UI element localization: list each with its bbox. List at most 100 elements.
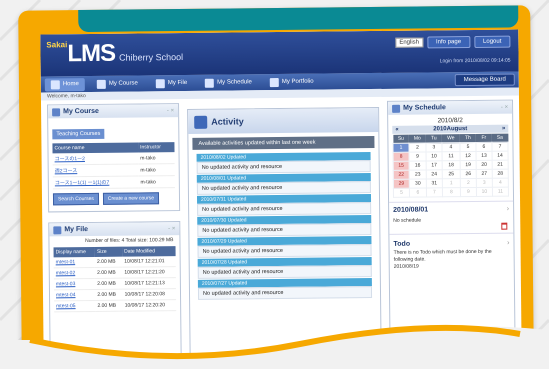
nav-my-schedule[interactable]: My Schedule xyxy=(199,76,258,90)
calendar-day[interactable]: 11 xyxy=(441,151,461,161)
course-table: Course name Instructor コースの1ー2 m-tako 週2コー… xyxy=(52,142,175,189)
activity-icon xyxy=(194,115,208,129)
file-link[interactable]: mtest-04 xyxy=(56,292,76,298)
panel-controls[interactable]: - × xyxy=(168,226,175,232)
table-row: コース1ー1(1) ー1(1)の7 m-tako xyxy=(52,175,175,189)
schedule-empty-text: No schedule xyxy=(393,217,422,224)
calendar-day[interactable]: 22 xyxy=(393,170,410,180)
file-size: 2.00 MB xyxy=(95,289,123,301)
calendar-day[interactable]: 3 xyxy=(425,142,442,152)
calendar-day[interactable]: 20 xyxy=(476,160,493,170)
calendar-day[interactable]: 9 xyxy=(460,187,477,197)
search-courses-button[interactable]: Search Courses xyxy=(52,192,99,206)
panel-controls[interactable]: - × xyxy=(167,108,174,114)
file-link[interactable]: mtest-02 xyxy=(56,270,76,276)
calendar-day[interactable]: 10 xyxy=(476,187,493,197)
column-header: Date Modified xyxy=(122,246,176,257)
calendar-day[interactable]: 2 xyxy=(408,142,426,153)
calendar-day[interactable]: 19 xyxy=(460,160,477,170)
calendar-day[interactable]: 23 xyxy=(409,169,427,180)
calendar-day[interactable]: 5 xyxy=(459,142,477,152)
calendar-day[interactable]: 14 xyxy=(491,151,509,161)
calendar-day[interactable]: 30 xyxy=(409,178,427,189)
nav-label: My Portfolio xyxy=(281,78,314,85)
calendar-day[interactable]: 6 xyxy=(475,142,492,152)
course-icon xyxy=(52,107,61,116)
file-link[interactable]: mtest-01 xyxy=(56,259,76,265)
calendar-day[interactable]: 17 xyxy=(426,160,443,170)
nav-my-course[interactable]: My Course xyxy=(91,77,144,91)
nav-my-portfolio[interactable]: My Portfolio xyxy=(264,75,320,89)
calendar-day[interactable]: 10 xyxy=(425,151,443,161)
activity-text: No updated activity and resource xyxy=(197,265,372,279)
calendar-day[interactable]: 18 xyxy=(442,160,461,170)
calendar-day[interactable]: 1 xyxy=(392,143,410,153)
calendar-day[interactable]: 27 xyxy=(476,169,493,179)
tab-teaching-courses[interactable]: Teaching Courses xyxy=(52,128,105,140)
file-info: Number of files: 4 Total size: 100.29 MB xyxy=(85,237,174,245)
calendar-day[interactable]: 4 xyxy=(492,178,509,188)
calendar-day[interactable]: 8 xyxy=(442,187,461,197)
panel-controls[interactable]: - × xyxy=(501,104,508,110)
calendar-day[interactable]: 21 xyxy=(492,160,509,170)
frame-top-bar xyxy=(78,5,519,33)
chevron-right-icon[interactable]: › xyxy=(507,206,509,213)
calendar-day[interactable]: 3 xyxy=(476,178,493,188)
file-link[interactable]: mtest-03 xyxy=(56,281,76,287)
calendar-day[interactable]: 9 xyxy=(409,151,427,162)
calendar-day[interactable]: 2 xyxy=(460,178,477,188)
add-event-icon[interactable] xyxy=(501,222,508,230)
activity-text: No updated activity and resource xyxy=(197,286,373,300)
calendar-day[interactable]: 7 xyxy=(426,187,443,197)
calendar-grid: Su Mo Tu We Th Fr Sa 1234567 8 9 10 11 12 13 14 15 16… xyxy=(392,133,509,198)
column-header: Instructor xyxy=(138,142,175,153)
info-button[interactable]: Info page xyxy=(426,36,471,49)
panel-title: My Course xyxy=(63,107,99,116)
activity-text: No updated activity and resource xyxy=(197,244,372,258)
course-link[interactable]: コース1ー1(1) ー1(1)の7 xyxy=(55,180,110,187)
file-date: 10/08/17 12:20:08 xyxy=(122,288,177,301)
prev-month-button[interactable]: « xyxy=(395,127,398,133)
calendar-day[interactable]: 15 xyxy=(393,161,410,171)
weekday-header: Th xyxy=(459,133,476,143)
calendar-day[interactable]: 1 xyxy=(442,178,461,188)
next-month-button[interactable]: » xyxy=(502,126,505,132)
calendar-day[interactable]: 12 xyxy=(460,151,477,161)
page-curl-decoration xyxy=(0,324,549,369)
nav-label: My File xyxy=(167,79,188,87)
logout-button[interactable]: Logout xyxy=(473,35,511,48)
course-icon xyxy=(96,79,106,89)
calendar-day[interactable]: 4 xyxy=(441,142,461,152)
calendar-day[interactable]: 16 xyxy=(409,160,427,171)
weekday-header: Tu xyxy=(425,134,442,143)
weekday-header: Fr xyxy=(475,133,492,143)
calendar-day[interactable]: 31 xyxy=(426,178,443,188)
calendar-day[interactable]: 26 xyxy=(460,169,477,179)
calendar-day[interactable]: 29 xyxy=(393,179,410,189)
calendar-day[interactable]: 25 xyxy=(442,169,461,179)
todo-text: There is no Todo which must be done by t… xyxy=(393,248,492,263)
course-link[interactable]: コースの1ー2 xyxy=(55,156,85,162)
course-link[interactable]: 週2コース xyxy=(55,168,78,174)
activity-text: No updated activity and resource xyxy=(197,223,372,237)
todo-header: Todo › xyxy=(389,232,514,250)
chevron-right-icon[interactable]: › xyxy=(507,240,509,247)
todo-title: Todo xyxy=(393,240,411,248)
calendar-day[interactable]: 8 xyxy=(393,152,410,162)
app-header: SakaiLMS Chiberry School English Info pag… xyxy=(40,29,519,77)
calendar-day[interactable]: 24 xyxy=(426,169,443,179)
calendar-day[interactable]: 28 xyxy=(492,169,509,179)
instructor: m-tako xyxy=(138,175,175,188)
calendar-day[interactable]: 7 xyxy=(491,142,509,152)
calendar-day[interactable]: 5 xyxy=(393,188,410,198)
message-board-button[interactable]: Message Board xyxy=(454,73,515,87)
calendar-day[interactable]: 13 xyxy=(476,151,493,161)
language-select[interactable]: English xyxy=(395,37,424,48)
create-course-button[interactable]: Create a new course xyxy=(102,192,160,205)
calendar-day[interactable]: 6 xyxy=(409,187,427,198)
nav-my-file[interactable]: My File xyxy=(150,76,193,89)
calendar-day[interactable]: 11 xyxy=(492,187,509,197)
logo-prefix: Sakai xyxy=(46,40,68,50)
nav-home[interactable]: Home xyxy=(44,77,85,91)
calendar-month: 2010August xyxy=(433,126,468,133)
